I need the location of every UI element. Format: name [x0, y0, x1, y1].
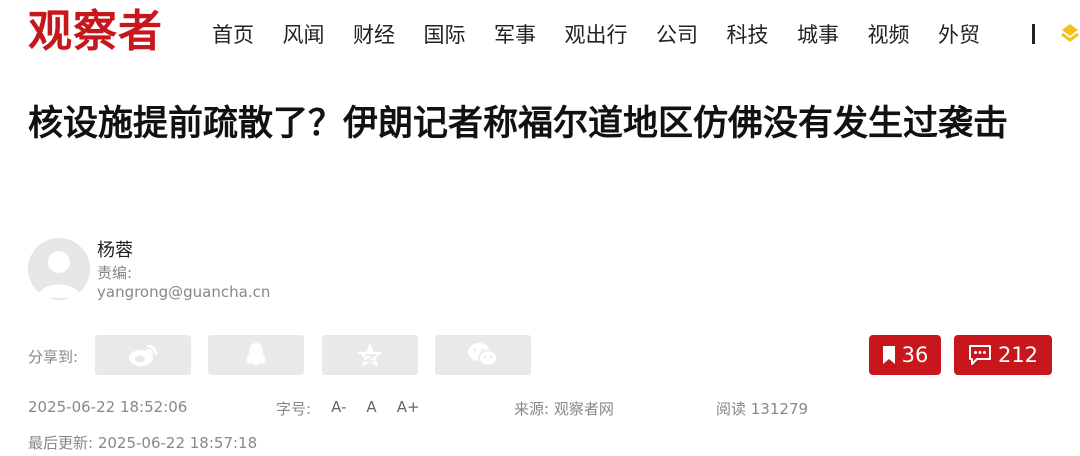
nav-item-home[interactable]: 首页 [212, 21, 254, 49]
bookmark-count: 36 [901, 343, 929, 367]
share-wechat-button[interactable] [435, 335, 531, 375]
publish-time: 2025-06-22 18:52:06 [28, 398, 188, 416]
author-email: yangrong@guancha.cn [97, 283, 271, 301]
site-logo[interactable]: 观察者 [28, 6, 163, 58]
qq-icon [246, 343, 266, 366]
article-title: 核设施提前疏散了？伊朗记者称福尔道地区仿佛没有发生过袭击 [28, 104, 1009, 144]
nav-item-international[interactable]: 国际 [424, 21, 466, 49]
nav-item-city[interactable]: 城事 [797, 21, 839, 49]
font-size-decrease-button[interactable]: A- [331, 398, 346, 419]
nav-item-video[interactable]: 视频 [868, 21, 910, 49]
font-size-control: 字号: A- A A+ [276, 398, 440, 419]
share-label: 分享到: [28, 348, 79, 366]
bookmark-button[interactable]: 36 [869, 335, 941, 375]
read-count: 阅读 131279 [716, 400, 809, 418]
main-nav: 首页 风闻 财经 国际 军事 观出行 公司 科技 城事 视频 外贸 [212, 20, 1009, 50]
author-name[interactable]: 杨蓉 [97, 236, 133, 262]
qzone-icon [357, 343, 383, 367]
article-source: 来源: 观察者网 [514, 400, 614, 418]
partner-logo-icon[interactable] [1058, 20, 1080, 44]
comment-count: 212 [997, 343, 1039, 367]
wechat-icon [468, 343, 498, 367]
font-size-increase-button[interactable]: A+ [397, 398, 420, 419]
nav-item-military[interactable]: 军事 [494, 21, 536, 49]
share-qq-button[interactable] [208, 335, 304, 375]
share-weibo-button[interactable] [95, 335, 191, 375]
last-updated: 最后更新: 2025-06-22 18:57:18 [28, 434, 258, 452]
share-qzone-button[interactable] [322, 335, 418, 375]
nav-item-fengwen[interactable]: 风闻 [283, 21, 325, 49]
comment-button[interactable]: 212 [954, 335, 1052, 375]
nav-item-company[interactable]: 公司 [656, 21, 698, 49]
weibo-icon [129, 344, 158, 366]
avatar[interactable] [28, 238, 90, 300]
editor-label: 责编: [97, 264, 133, 282]
font-size-label: 字号: [276, 400, 312, 418]
nav-item-tech[interactable]: 科技 [727, 21, 769, 49]
font-size-default-button[interactable]: A [366, 398, 376, 419]
nav-item-finance[interactable]: 财经 [353, 21, 395, 49]
comment-icon [968, 345, 991, 365]
nav-item-travel[interactable]: 观出行 [565, 21, 628, 49]
nav-item-trade[interactable]: 外贸 [938, 21, 980, 49]
bookmark-icon [882, 346, 895, 364]
nav-separator [1032, 24, 1035, 44]
top-navigation-bar: 观察者 首页 风闻 财经 国际 军事 观出行 公司 科技 城事 视频 外贸 [0, 0, 1080, 70]
